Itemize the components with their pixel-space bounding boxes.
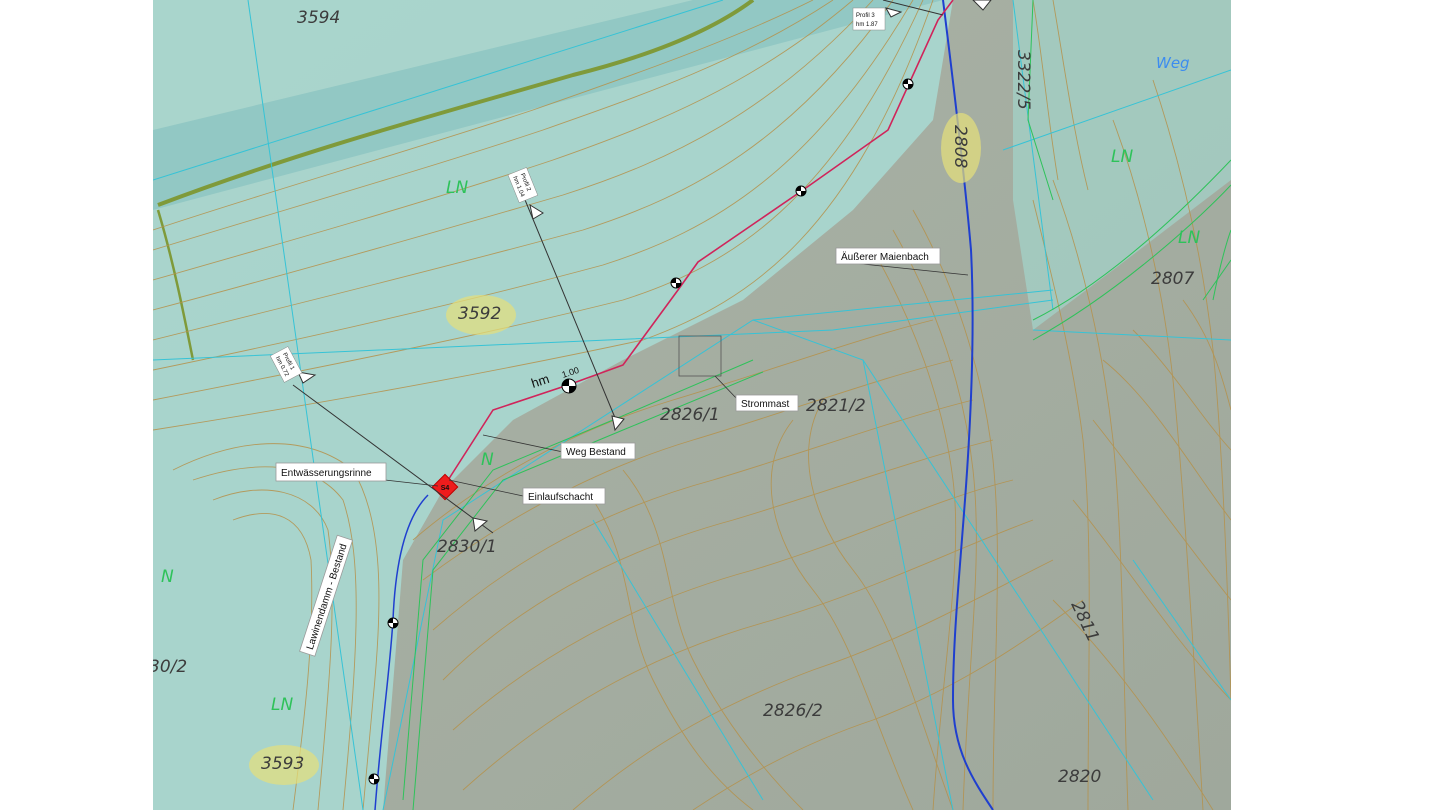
parcel-2826-2: 2826/2 <box>763 701 823 721</box>
weg-bestand-text: Weg Bestand <box>566 447 626 458</box>
landuse-n-2: N <box>481 450 494 470</box>
landuse-ln-4: LN <box>271 695 293 715</box>
profile-3-hm: hm 1.87 <box>856 22 878 28</box>
landuse-ln-1: LN <box>446 178 468 198</box>
einlaufschacht-text: Einlaufschacht <box>528 492 593 503</box>
parcel-2808: 2808 <box>950 125 970 168</box>
profile-3-name: Profil 3 <box>856 13 875 19</box>
entwaesserungsrinne-label: Entwässerungsrinne <box>275 462 387 482</box>
parcel-3322-5: 3322/5 <box>1013 50 1033 110</box>
parcel-30-2: 30/2 <box>153 657 187 677</box>
landuse-n-1: N <box>161 567 174 587</box>
landuse-ln-3: LN <box>1178 228 1200 248</box>
parcel-2807: 2807 <box>1151 269 1194 289</box>
parcel-2826-1: 2826/1 <box>660 405 720 425</box>
parcel-2820: 2820 <box>1058 767 1101 787</box>
weg-bestand-label: Weg Bestand <box>560 442 636 460</box>
einlaufschacht-label: Einlaufschacht <box>522 487 606 505</box>
entwaesserungsrinne-text: Entwässerungsrinne <box>281 468 372 479</box>
weg-label: Weg <box>1156 54 1190 72</box>
strommast-text: Strommast <box>741 399 790 410</box>
strommast-label: Strommast <box>735 394 799 412</box>
landuse-ln-2: LN <box>1111 147 1133 167</box>
profile-3-label: Profil 3 hm 1.87 <box>852 7 886 31</box>
map-viewer: S4 Profil 1 hm 0.72 Profil 2 hm 1.04 Pro… <box>0 0 1440 810</box>
aeusserer-maienbach-text: Äußerer Maienbach <box>841 251 929 263</box>
aeusserer-maienbach-label: Äußerer Maienbach <box>835 247 941 265</box>
map-canvas[interactable]: S4 Profil 1 hm 0.72 Profil 2 hm 1.04 Pro… <box>153 0 1231 810</box>
parcel-3592: 3592 <box>458 304 501 324</box>
parcel-3593: 3593 <box>261 754 304 774</box>
parcel-2821-2: 2821/2 <box>806 396 866 416</box>
marker-code: S4 <box>441 485 450 492</box>
parcel-3594: 3594 <box>297 8 340 28</box>
parcel-2830-1: 2830/1 <box>437 537 497 557</box>
